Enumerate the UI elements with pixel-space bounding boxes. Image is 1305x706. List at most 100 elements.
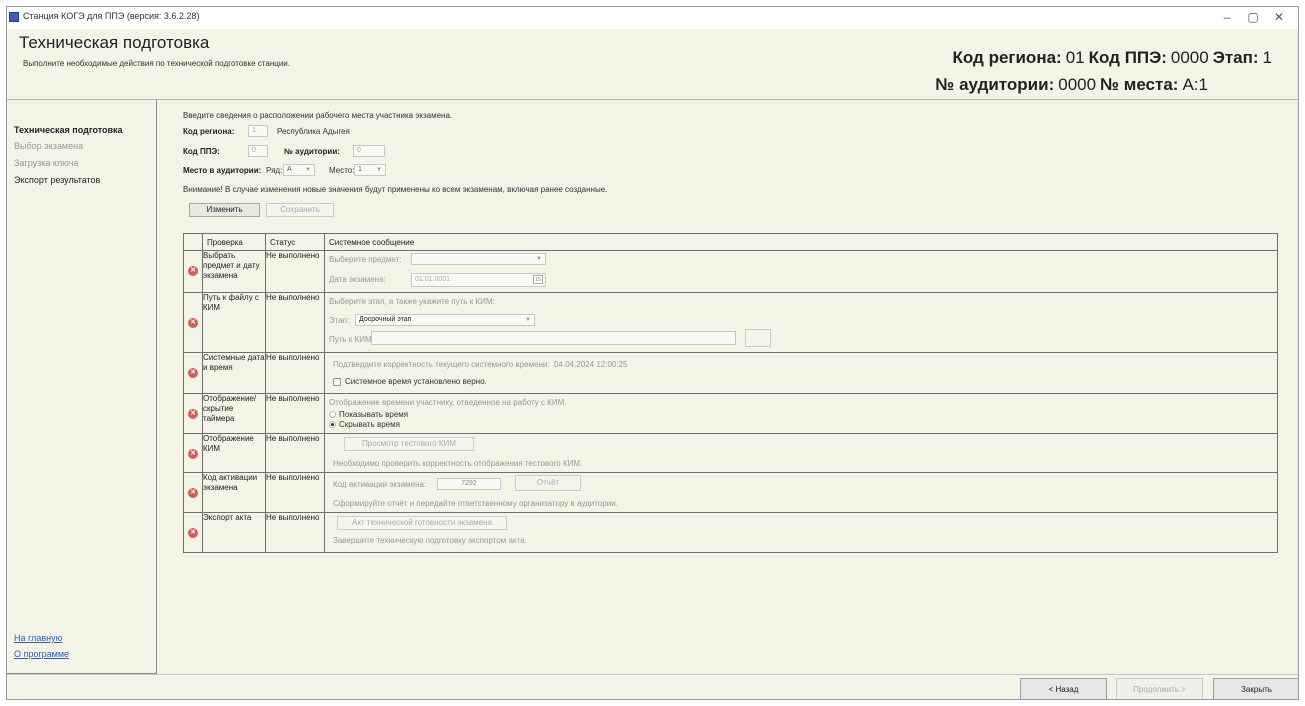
close-icon[interactable]: ✕	[1266, 9, 1292, 25]
check-name: Отображение/ скрытие таймера	[202, 393, 266, 434]
table-header-row: Проверка Статус Системное сообщение	[183, 233, 1278, 251]
kim-path-input[interactable]	[371, 331, 736, 345]
region-input[interactable]: 1	[248, 125, 268, 137]
hide-time-radio-row[interactable]: Скрывать время	[329, 420, 400, 429]
sidebar-item-export-results[interactable]: Экспорт результатов	[14, 175, 100, 185]
error-icon: ✕	[188, 488, 198, 498]
app-icon	[9, 12, 19, 22]
check-status: Не выполнено	[265, 433, 325, 473]
error-icon: ✕	[188, 318, 198, 328]
message-column-header: Системное сообщение	[324, 233, 1278, 251]
kim-display-note: Необходимо проверить корректность отобра…	[333, 459, 583, 468]
subject-select[interactable]: ▼	[411, 253, 546, 265]
report-button[interactable]: Отчёт	[515, 475, 581, 491]
table-row: ✕ Отображение КИМ Не выполнено Просмотр …	[183, 433, 1278, 473]
room-input[interactable]: 0	[353, 145, 385, 157]
kim-path-intro: Выберите этап, а также укажите путь к КИ…	[329, 297, 495, 306]
chevron-down-icon: ▼	[376, 167, 382, 173]
page-title: Техническая подготовка	[19, 33, 210, 52]
home-link[interactable]: На главную	[14, 633, 62, 643]
window-title: Станция КОГЭ для ППЭ (версия: 3.6.2.28)	[23, 11, 200, 21]
stage-label: Этап:	[1212, 48, 1259, 67]
minimize-icon[interactable]: –	[1214, 9, 1240, 25]
error-icon: ✕	[188, 266, 198, 276]
export-act-button[interactable]: Акт технической готовности экзамена	[337, 516, 507, 530]
region-name: Республика Адыгея	[277, 127, 350, 136]
status-icon-cell: ✕	[183, 512, 203, 553]
sidebar-item-key-load[interactable]: Загрузка ключа	[14, 158, 78, 168]
check-status: Не выполнено	[265, 352, 325, 394]
system-message-cell: Просмотр тестового КИМ Необходимо провер…	[324, 433, 1278, 473]
show-time-radio-row[interactable]: Показывать время	[329, 410, 408, 419]
time-confirm-row: Подтвердите корректность текущего систем…	[333, 360, 627, 369]
row-label: Ряд:	[266, 166, 283, 175]
check-status: Не выполнено	[265, 250, 325, 293]
time-correct-label: Системное время установлено верно.	[345, 377, 487, 386]
status-icon-cell: ✕	[183, 433, 203, 473]
checkbox[interactable]	[333, 377, 341, 386]
page-subtitle: Выполните необходимые действия по технич…	[23, 59, 290, 68]
system-time-value: 04.04.2024 12:00:25	[554, 360, 628, 369]
room-label: № аудитории:	[284, 147, 340, 156]
close-button[interactable]: Закрыть	[1213, 678, 1298, 699]
hide-time-label: Скрывать время	[339, 420, 400, 429]
chevron-down-icon: ▼	[536, 256, 542, 262]
error-icon: ✕	[188, 449, 198, 459]
view-test-kim-button[interactable]: Просмотр тестового КИМ	[344, 437, 474, 451]
system-message-cell: Акт технической готовности экзамена Заве…	[324, 512, 1278, 553]
calendar-icon[interactable]: 15	[533, 275, 543, 284]
check-name: Системные дата и время	[202, 352, 266, 394]
chevron-down-icon: ▼	[305, 167, 311, 173]
ppe-code-value: 0000	[1170, 48, 1209, 67]
error-icon: ✕	[188, 368, 198, 378]
seat-select-value: 1	[358, 166, 362, 173]
exam-date-input[interactable]: 01.01.0001	[411, 273, 546, 287]
stage-select-value: Досрочный этап	[359, 316, 412, 323]
table-row: ✕ Путь к файлу с КИМ Не выполнено Выбери…	[183, 292, 1278, 353]
check-status: Не выполнено	[265, 393, 325, 434]
icon-column-header	[183, 233, 203, 251]
status-icon-cell: ✕	[183, 292, 203, 353]
stage-select[interactable]: Досрочный этап ▼	[355, 314, 535, 326]
edit-button[interactable]: Изменить	[189, 203, 260, 217]
kim-path-label: Путь к КИМ:	[329, 335, 374, 344]
table-row: ✕ Отображение/ скрытие таймера Не выполн…	[183, 393, 1278, 434]
sidebar-item-exam-select[interactable]: Выбор экзамена	[14, 141, 83, 151]
system-message-cell: Выберите этап, а также укажите путь к КИ…	[324, 292, 1278, 353]
time-correct-checkbox-row[interactable]: Системное время установлено верно.	[333, 377, 487, 386]
status-icon-cell: ✕	[183, 472, 203, 513]
status-icon-cell: ✕	[183, 393, 203, 434]
error-icon: ✕	[188, 528, 198, 538]
browse-button[interactable]	[745, 329, 771, 347]
restore-icon[interactable]: ▢	[1240, 9, 1266, 25]
radio-button[interactable]	[329, 411, 336, 419]
save-button[interactable]: Сохранить	[266, 203, 334, 217]
system-message-cell: Код активации экзамена: 7292 Отчёт Сформ…	[324, 472, 1278, 513]
stage-value: 1	[1262, 48, 1272, 67]
exam-date-label: Дата экзамена:	[329, 275, 386, 284]
row-select-value: А	[287, 166, 292, 173]
system-message-cell: Выберите предмет: ▼ Дата экзамена: 01.01…	[324, 250, 1278, 293]
seat-select[interactable]: 1 ▼	[354, 164, 386, 176]
ppe-label: Код ППЭ:	[183, 147, 220, 156]
chevron-down-icon: ▼	[525, 317, 531, 323]
continue-button[interactable]: Продолжить >	[1116, 678, 1203, 699]
sidebar-item-tech-prep[interactable]: Техническая подготовка	[14, 125, 123, 135]
about-link[interactable]: О программе	[14, 649, 69, 659]
header-info-line-1: Код региона: 01 Код ППЭ: 0000 Этап: 1	[953, 48, 1276, 68]
check-status: Не выполнено	[265, 512, 325, 553]
export-note: Завершите техническую подготовку экспорт…	[333, 536, 527, 545]
back-button[interactable]: < Назад	[1020, 678, 1107, 699]
seat-number-value: А:1	[1182, 75, 1208, 94]
checks-table: Проверка Статус Системное сообщение ✕ Вы…	[183, 233, 1278, 553]
location-intro: Введите сведения о расположении рабочего…	[183, 111, 453, 120]
activation-code-field: 7292	[437, 478, 501, 490]
region-code-label: Код региона:	[952, 48, 1062, 67]
ppe-input[interactable]: 0	[248, 145, 268, 157]
system-message-cell: Отображение времени участнику, отведенно…	[324, 393, 1278, 434]
radio-button-selected[interactable]	[329, 421, 336, 429]
ppe-code-label: Код ППЭ:	[1088, 48, 1167, 67]
row-select[interactable]: А ▼	[283, 164, 315, 176]
place-label: Место в аудитории:	[183, 166, 262, 175]
activation-note: Сформируйте отчёт и передайте ответствен…	[333, 499, 618, 508]
